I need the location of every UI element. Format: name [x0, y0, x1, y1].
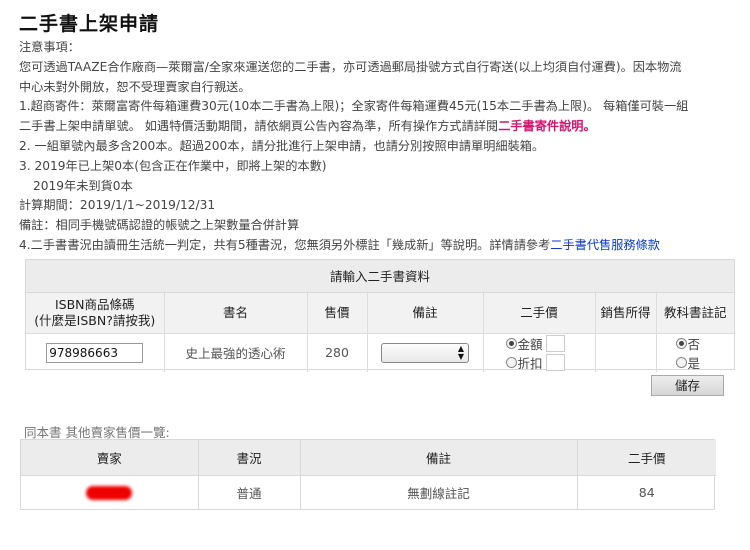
- textbook-yes-option: 是: [675, 353, 735, 372]
- notice-section: 注意事項： 您可透過TAAZE合作廠商—萊爾富/全家來運送您的二手書，亦可透過郵…: [19, 38, 734, 256]
- notice-text: 3. 2019年已上架0本(包含正在作業中，即將上架的本數): [19, 158, 327, 173]
- notice-text: 計算期間：2019/1/1~2019/12/31: [19, 198, 216, 213]
- notice-text: 您可透過TAAZE合作廠商—萊爾富/全家來運送您的二手書，亦可透過郵局掛號方式自…: [19, 59, 682, 74]
- table-row: 普通 無劃線註記 84: [21, 475, 716, 509]
- textbook-no-option: 否: [675, 334, 735, 353]
- notice-text: 二手書上架申請單號。 如遇特價活動期間，請依網頁公告內容為準，所有操作方式請詳閱…: [19, 117, 734, 137]
- amount-radio[interactable]: [505, 337, 517, 349]
- col-used-price-header: 二手價: [577, 440, 716, 476]
- used-price-cell: 84: [638, 484, 655, 500]
- isbn-header-label: ISBN商品條碼: [54, 296, 135, 312]
- discount-input[interactable]: [545, 353, 565, 371]
- col-title-header: 書名: [164, 293, 308, 334]
- col-seller-header: 賣家: [21, 440, 199, 476]
- isbn-cell: [26, 333, 165, 372]
- book-entry-table: ISBN商品條碼 (什麼是ISBN?請按我) 書名 售價 備註 二手價 銷售所得…: [26, 293, 734, 372]
- textbook-yes-label: 是: [687, 355, 701, 371]
- notice-heading: 注意事項：: [19, 40, 80, 54]
- amount-input[interactable]: [545, 334, 565, 352]
- note-cell: 無劃線註記: [300, 475, 578, 509]
- textbook-cell: 否 是: [656, 333, 734, 372]
- save-button[interactable]: 儲存: [651, 375, 724, 396]
- discount-radio-label: 折扣: [517, 355, 543, 371]
- note-cell: ▲ ▼: [367, 333, 484, 372]
- table-header-row: 賣家 書況 備註 二手價: [21, 440, 716, 476]
- shipping-guide-link[interactable]: 二手書寄件說明。: [498, 119, 596, 133]
- what-is-isbn-link[interactable]: (什麼是ISBN?請按我): [26, 313, 164, 329]
- used-price-amount-option: 金額: [505, 334, 595, 353]
- col-isbn-header: ISBN商品條碼 (什麼是ISBN?請按我): [26, 293, 165, 334]
- condition-cell: 普通: [198, 475, 301, 509]
- textbook-no-radio[interactable]: [675, 337, 687, 349]
- service-terms-link[interactable]: 二手書代售服務條款: [550, 238, 660, 252]
- amount-radio-label: 金額: [517, 336, 543, 352]
- income-cell: [595, 333, 657, 372]
- notice-text: 2. 一組單號內最多含200本。超過200本，請分批進行上架申請，也請分別按照申…: [19, 138, 545, 153]
- form-heading: 請輸入二手書資料: [26, 260, 734, 293]
- book-title-cell: 史上最強的透心術: [164, 333, 308, 372]
- page-title: 二手書上架申請: [19, 13, 160, 35]
- notice-text: 2019年未到貨0本: [33, 178, 133, 193]
- col-used-price-header: 二手價: [483, 293, 596, 334]
- used-price-cell: 金額 折扣: [483, 333, 596, 372]
- notice-text: 中心未對外開放，恕不受理賣家自行親送。: [19, 79, 251, 94]
- other-sellers-panel: 賣家 書況 備註 二手價 普通 無劃線註記 84: [20, 439, 716, 510]
- col-textbook-header: 教科書註記: [656, 293, 734, 334]
- select-arrows-icon: ▲ ▼: [457, 343, 464, 361]
- col-price-header: 售價: [307, 293, 368, 334]
- textbook-no-label: 否: [687, 336, 701, 352]
- notice-text: 1.超商寄件：萊爾富寄件每箱運費30元(10本二手書為上限)；全家寄件每箱運費4…: [19, 99, 689, 114]
- note-select[interactable]: ▲ ▼: [381, 342, 469, 363]
- col-income-header: 銷售所得: [595, 293, 657, 334]
- notice-text: 4.二手書書況由讀冊生活統一判定，共有5種書況，您無須另外標註「幾成新」等說明。…: [19, 237, 551, 252]
- col-note-header: 備註: [367, 293, 484, 334]
- book-price-cell: 280: [307, 333, 368, 372]
- notice-text: 備註：相同手機號碼認證的帳號之上架數量合併計算: [19, 218, 300, 233]
- redacted-seller-name: [86, 486, 133, 500]
- seller-cell: [21, 475, 199, 509]
- used-price-discount-option: 折扣: [505, 353, 595, 372]
- isbn-input[interactable]: [46, 342, 144, 363]
- book-entry-form: 請輸入二手書資料 ISBN商品條碼 (什麼是ISBN?請按我) 書名 售價 備註…: [25, 259, 735, 372]
- discount-radio[interactable]: [505, 356, 517, 368]
- table-header-row: ISBN商品條碼 (什麼是ISBN?請按我) 書名 售價 備註 二手價 銷售所得…: [26, 293, 734, 334]
- col-note-header: 備註: [300, 440, 578, 476]
- notice-text: 4.二手書書況由讀冊生活統一判定，共有5種書況，您無須另外標註「幾成新」等說明。…: [19, 236, 734, 256]
- textbook-yes-radio[interactable]: [675, 356, 687, 368]
- col-condition-header: 書況: [198, 440, 301, 476]
- table-row: 史上最強的透心術 280 ▲▼ 金額 折扣: [26, 333, 734, 372]
- notice-text: 二手書上架申請單號。 如遇特價活動期間，請依網頁公告內容為準，所有操作方式請詳閱: [19, 119, 499, 134]
- other-sellers-table: 賣家 書況 備註 二手價 普通 無劃線註記 84: [21, 440, 716, 509]
